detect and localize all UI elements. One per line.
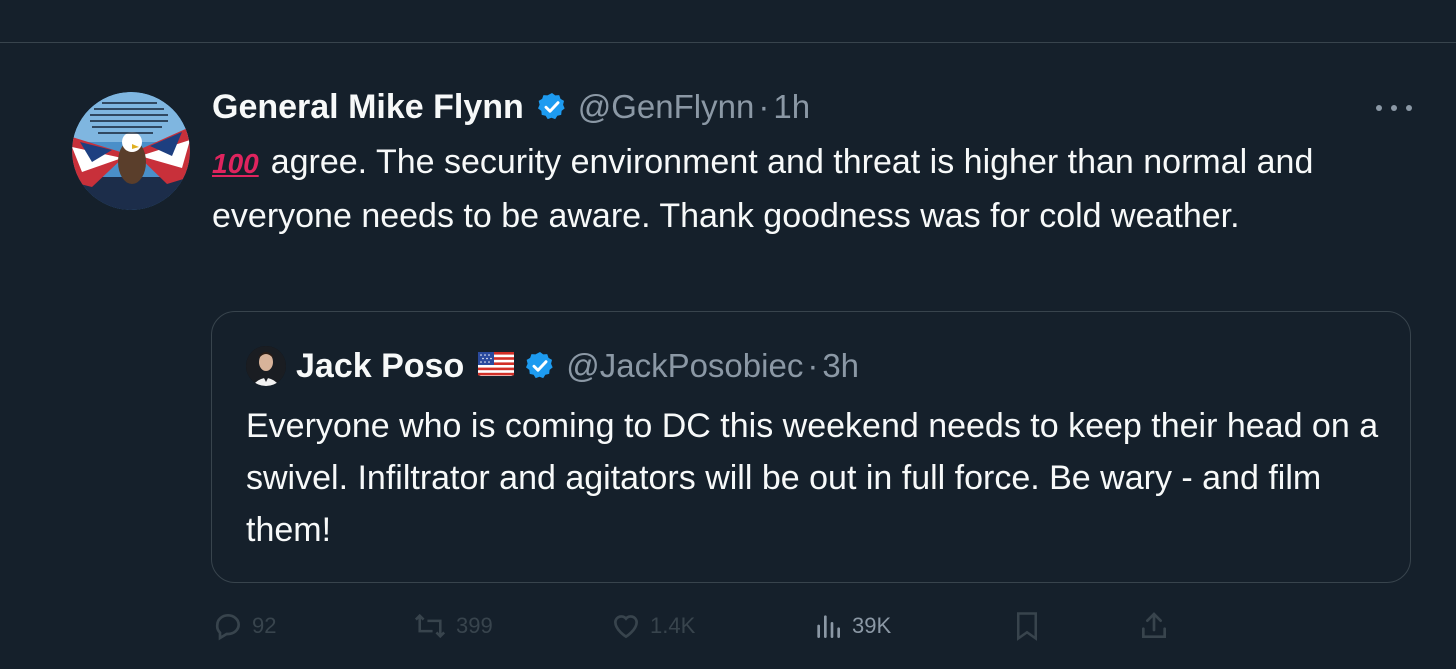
reply-icon xyxy=(215,614,240,641)
retweet-button[interactable]: 399 xyxy=(412,606,493,646)
retweet-count: 399 xyxy=(456,613,493,638)
author-avatar[interactable] xyxy=(72,92,190,210)
quote-author-handle[interactable]: @JackPosobiec xyxy=(566,347,803,385)
quote-header: Jack Poso @JackPosobiec · 3h xyxy=(246,344,859,388)
like-button[interactable]: 1.4K xyxy=(610,606,695,646)
views-count: 39K xyxy=(852,613,892,638)
like-count: 1.4K xyxy=(650,613,696,638)
hundred-points-emoji: 100 xyxy=(212,148,259,179)
share-button[interactable] xyxy=(1138,606,1178,646)
top-divider xyxy=(0,42,1456,43)
quote-author-name[interactable]: Jack Poso xyxy=(296,347,464,386)
tweet-time[interactable]: 1h xyxy=(773,88,810,126)
bookmark-button[interactable] xyxy=(1012,606,1050,646)
quote-author-avatar xyxy=(246,346,286,386)
separator-dot: · xyxy=(758,88,770,125)
verified-badge-icon xyxy=(536,91,568,123)
retweet-icon xyxy=(414,613,446,639)
reply-button[interactable]: 92 xyxy=(212,606,276,646)
tweet-actions: 92 399 1.4K 39K xyxy=(212,606,1212,646)
quote-text: Everyone who is coming to DC this weeken… xyxy=(246,407,1379,549)
share-icon xyxy=(1142,612,1166,638)
heart-icon xyxy=(613,615,639,639)
tweet-page: General Mike Flynn @GenFlynn · 1h 100 agr… xyxy=(0,0,1456,669)
us-flag-icon xyxy=(478,351,515,381)
quote-time[interactable]: 3h xyxy=(822,347,859,385)
more-icon[interactable] xyxy=(1376,96,1412,120)
bookmark-icon xyxy=(1017,612,1037,641)
views-icon xyxy=(817,615,840,638)
author-name[interactable]: General Mike Flynn xyxy=(212,88,524,127)
author-handle[interactable]: @GenFlynn xyxy=(578,88,755,126)
verified-badge-icon xyxy=(524,350,556,382)
quote-tweet-card[interactable]: Jack Poso @JackPosobiec · 3h Everyone wh… xyxy=(211,311,1411,583)
tweet-body: agree. The security environment and thre… xyxy=(212,143,1314,235)
separator-dot: · xyxy=(807,347,819,384)
reply-count: 92 xyxy=(252,613,277,638)
tweet-text: 100 agree. The security environment and t… xyxy=(212,136,1372,242)
tweet-header: General Mike Flynn @GenFlynn · 1h xyxy=(212,82,810,132)
views-button[interactable]: 39K xyxy=(812,606,891,646)
